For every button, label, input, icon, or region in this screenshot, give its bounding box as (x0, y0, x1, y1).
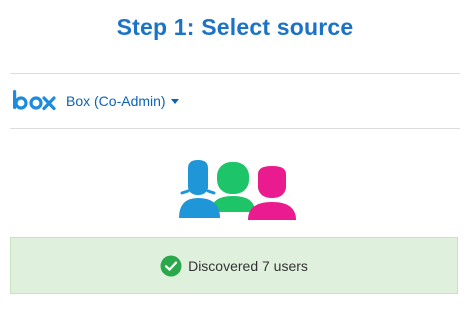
right-person-icon (248, 166, 296, 220)
divider-bottom (10, 128, 460, 129)
status-text: Discovered 7 users (188, 257, 308, 274)
divider-top (10, 73, 460, 74)
page-title: Step 1: Select source (116, 14, 354, 40)
middle-person-icon (211, 162, 255, 212)
left-person-icon (179, 160, 220, 218)
caret-down-icon (170, 99, 179, 104)
source-row: Box (Co-Admin) (12, 88, 179, 114)
status-banner: Discovered 7 users (10, 237, 458, 294)
check-circle-icon (160, 255, 182, 276)
box-logo-icon (13, 90, 56, 111)
source-dropdown[interactable]: Box (Co-Admin) (66, 93, 179, 109)
page: Step 1: Select source Box (Co-Admin) Dis… (0, 0, 470, 310)
source-dropdown-label: Box (Co-Admin) (66, 93, 166, 109)
users-group-icon (179, 160, 296, 220)
